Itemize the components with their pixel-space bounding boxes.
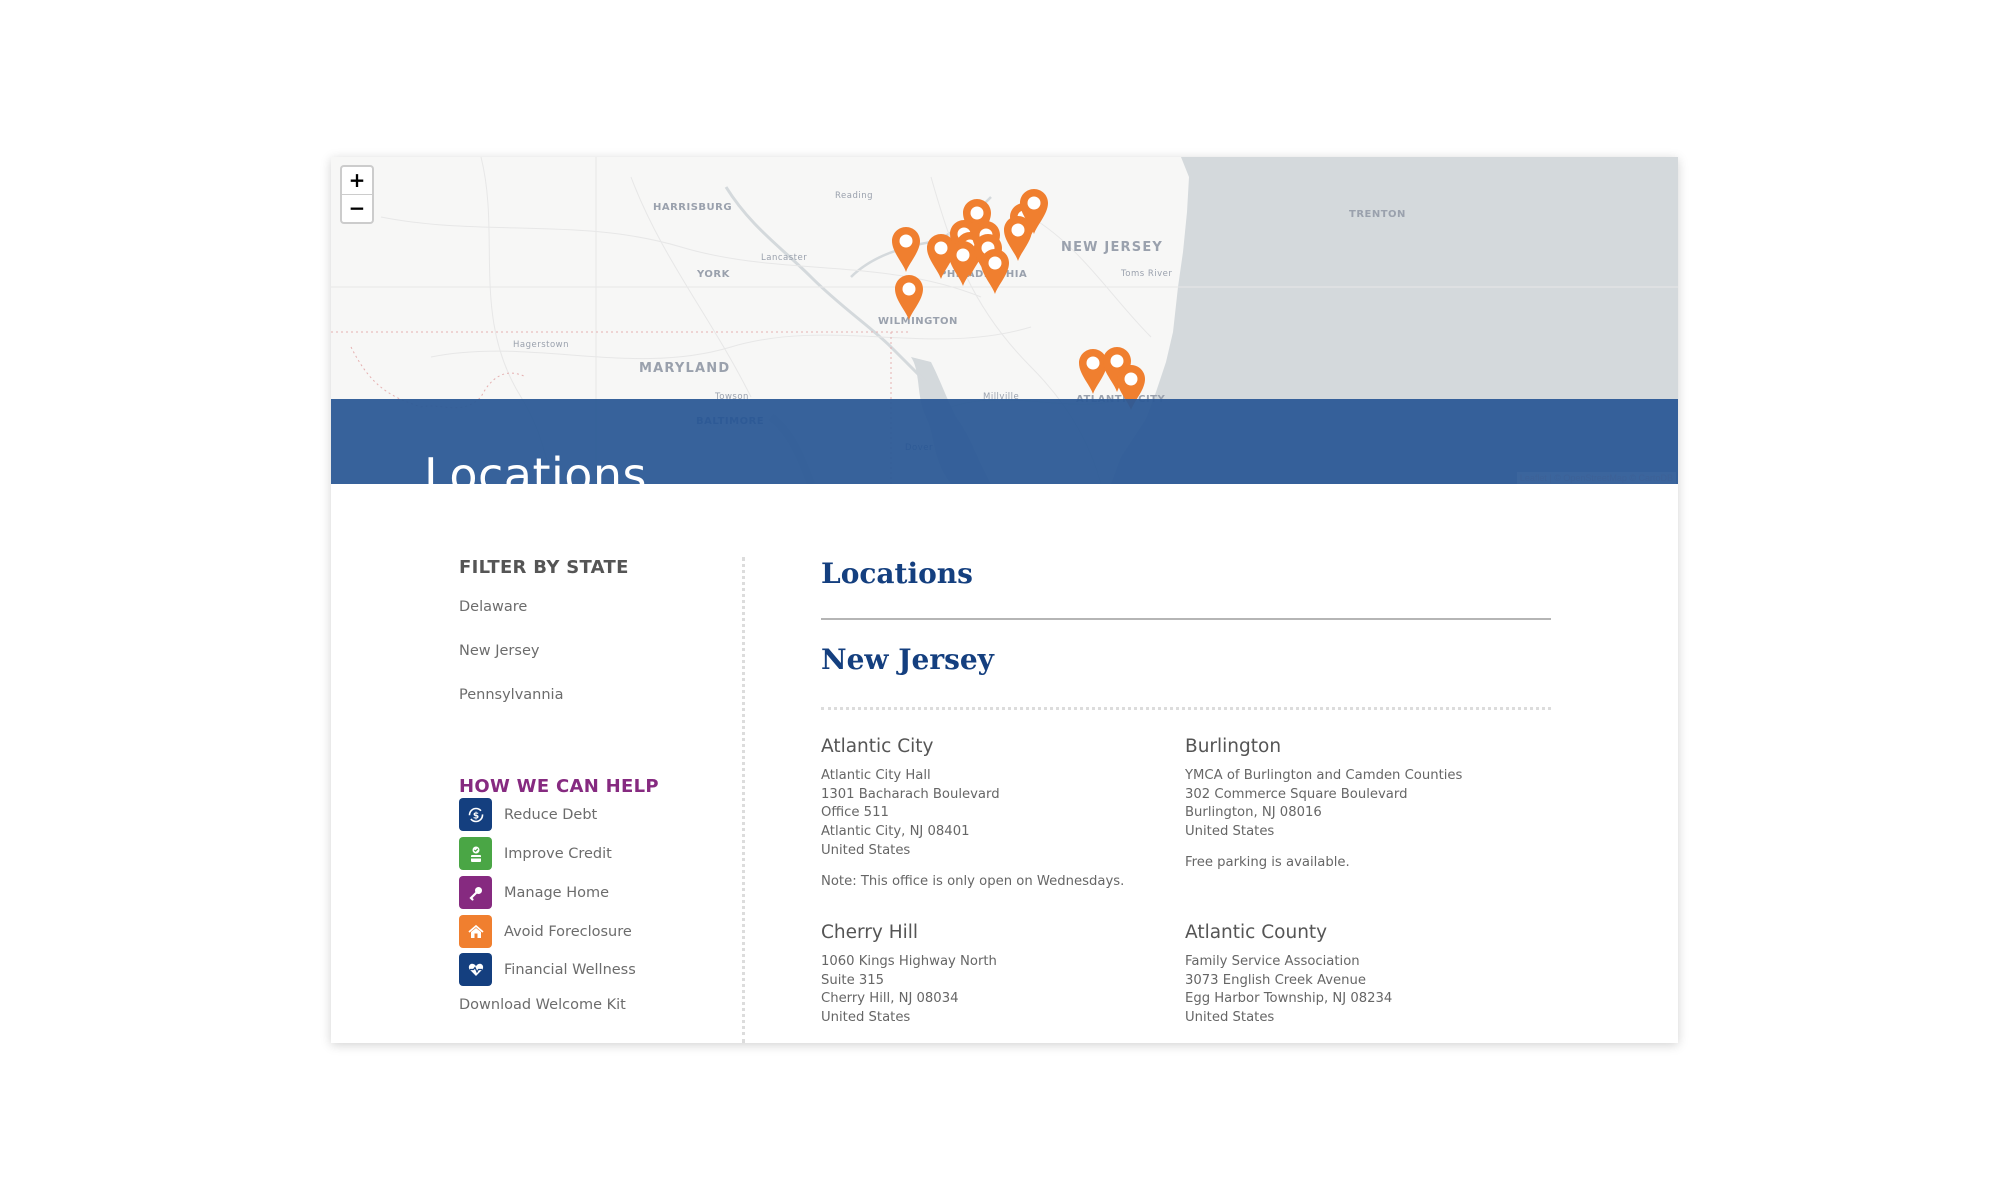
locations-card: + − HARRISBURG Reading Lancaster YORK Ha… [331, 157, 1678, 1043]
map-label-reading: Reading [835, 191, 874, 201]
download-welcome-kit-link[interactable]: Download Welcome Kit [459, 997, 626, 1013]
address-line: Egg Harbor Township, NJ 08234 [1185, 991, 1393, 1007]
help-label: Avoid Foreclosure [504, 923, 632, 940]
location-name: Cherry Hill [821, 922, 919, 943]
location-cherry-hill: Cherry Hill 1060 Kings Highway North Sui… [821, 922, 1161, 1028]
help-item-financial-wellness[interactable]: Financial Wellness [459, 953, 636, 986]
map-label-trenton: TRENTON [1349, 209, 1406, 220]
help-label: Manage Home [504, 884, 610, 901]
help-item-manage-home[interactable]: Manage Home [459, 876, 609, 909]
map-label-hagerstown: Hagerstown [513, 340, 570, 350]
map-label-lancaster: Lancaster [761, 253, 808, 263]
map-label-harrisburg: HARRISBURG [653, 202, 733, 213]
map-label-new-jersey: NEW JERSEY [1061, 240, 1164, 255]
address-line: United States [821, 1010, 911, 1026]
help-label: Reduce Debt [504, 806, 598, 823]
map-marker-icon[interactable] [892, 273, 926, 321]
address-line: Burlington, NJ 08016 [1185, 805, 1322, 821]
map-label-toms-river: Toms River [1121, 269, 1173, 279]
banner-title: Locations [424, 447, 648, 484]
house-icon [459, 915, 492, 948]
location-atlantic-city: Atlantic City Atlantic City Hall 1301 Ba… [821, 736, 1161, 891]
address-line: 1301 Bacharach Boulevard [821, 786, 1000, 802]
state-heading: New Jersey [821, 643, 994, 676]
address-line: 1060 Kings Highway North [821, 954, 997, 969]
address-line: United States [1185, 824, 1275, 840]
zoom-out-button[interactable]: − [342, 194, 372, 222]
filter-delaware[interactable]: Delaware [459, 599, 527, 615]
location-name: Burlington [1185, 736, 1282, 757]
address-line: 3073 English Creek Avenue [1185, 972, 1366, 988]
map-marker-icon[interactable] [889, 225, 923, 273]
address-line: Cherry Hill, NJ 08034 [821, 991, 959, 1007]
address-line: Suite 315 [821, 972, 885, 988]
filter-pennsylvania[interactable]: Pennsylvannia [459, 687, 563, 703]
address-line: YMCA of Burlington and Camden Counties [1185, 768, 1463, 783]
location-atlantic-county: Atlantic County Family Service Associati… [1185, 922, 1525, 1028]
heart-pulse-icon [459, 953, 492, 986]
state-rule [821, 707, 1551, 710]
filter-heading: FILTER BY STATE [459, 557, 629, 578]
location-burlington: Burlington YMCA of Burlington and Camden… [1185, 736, 1525, 873]
zoom-in-button[interactable]: + [342, 167, 372, 194]
map-label-maryland: MARYLAND [639, 361, 731, 376]
help-item-improve-credit[interactable]: Improve Credit [459, 837, 612, 870]
help-item-reduce-debt[interactable]: $ Reduce Debt [459, 798, 597, 831]
key-icon [459, 876, 492, 909]
location-name: Atlantic County [1185, 922, 1328, 943]
address-line: Office 511 [821, 805, 889, 821]
map[interactable]: + − HARRISBURG Reading Lancaster YORK Ha… [331, 157, 1678, 484]
map-label-york: YORK [697, 269, 730, 280]
credit-card-check-icon [459, 837, 492, 870]
help-heading: HOW WE CAN HELP [459, 776, 659, 797]
filter-new-jersey[interactable]: New Jersey [459, 643, 539, 659]
page-banner: Locations Leaflet | © OpenStreetMap © Ca… [331, 399, 1678, 484]
zoom-control: + − [340, 165, 374, 224]
help-item-avoid-foreclosure[interactable]: Avoid Foreclosure [459, 915, 632, 948]
section-heading: Locations [821, 557, 973, 590]
dollar-cycle-icon: $ [459, 798, 492, 831]
address-line: Atlantic City Hall [821, 768, 931, 783]
address-line: United States [1185, 1010, 1275, 1026]
map-attribution[interactable]: Leaflet | © OpenStreetMap © CartoDB [1517, 472, 1676, 484]
address-line: 302 Commerce Square Boulevard [1185, 786, 1408, 802]
location-name: Atlantic City [821, 736, 934, 757]
heading-rule [821, 618, 1551, 620]
address-line: Family Service Association [1185, 954, 1360, 969]
help-label: Improve Credit [504, 845, 612, 862]
sidebar-divider [742, 557, 745, 1043]
address-line: United States [821, 842, 911, 858]
location-note: Free parking is available. [1185, 854, 1350, 870]
map-marker-icon[interactable] [1001, 214, 1035, 262]
location-note: Note: This office is only open on Wednes… [821, 873, 1125, 889]
address-line: Atlantic City, NJ 08401 [821, 824, 970, 840]
help-label: Financial Wellness [504, 961, 636, 978]
svg-text:$: $ [472, 811, 478, 821]
